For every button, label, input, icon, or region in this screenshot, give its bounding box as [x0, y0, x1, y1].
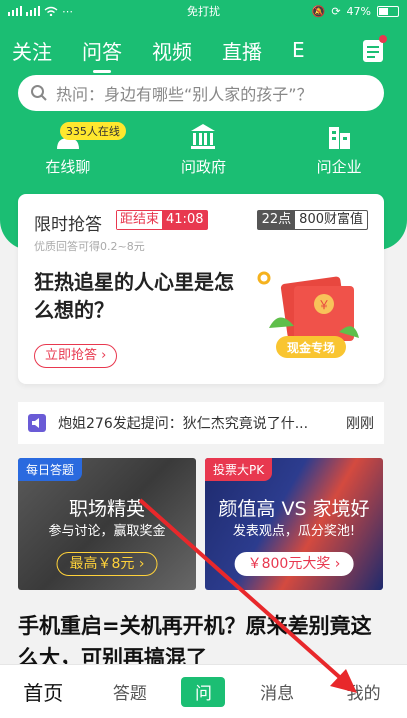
tile-tag: 投票大PK [205, 458, 273, 481]
tab-live[interactable]: 直播 [222, 36, 262, 65]
card-question[interactable]: 狂热追星的人心里是怎么想的？ [34, 268, 234, 324]
document-icon[interactable] [361, 34, 387, 64]
tile-tag: 每日答题 [18, 458, 83, 481]
tile-reward-button[interactable]: 最高￥8元 › [56, 552, 158, 576]
red-packet-icon: ￥ 现金专场 [257, 271, 359, 358]
tile-title: 颜值高 VS 家境好 [218, 498, 370, 520]
wealth-value: 800财富值 [299, 212, 363, 227]
quick-actions: 335人在线 在线聊 问政府 问企业 [0, 122, 407, 182]
packet-symbol: ￥ [318, 298, 330, 312]
status-bar: ⋯ 免打扰 🔕 ⟳ 47% [0, 0, 407, 22]
quick-ask-enterprise[interactable]: 问企业 [279, 122, 399, 182]
bottom-nav-messages[interactable]: 消息 [242, 679, 312, 704]
battery-icon [377, 5, 399, 17]
flash-answer-card[interactable]: 限时抢答 距结束 41:08 22点 800财富值 优质回答可得0.2~8元 狂… [18, 194, 384, 384]
search-placeholder: 热问：身边有哪些“别人家的孩子”？ [56, 85, 313, 104]
tile-title: 职场精英 [68, 498, 145, 520]
bottom-nav-quiz[interactable]: 答题 [95, 679, 165, 704]
tab-more[interactable]: E [292, 38, 305, 62]
government-icon [190, 122, 216, 150]
speaker-icon [28, 414, 46, 432]
tab-video[interactable]: 视频 [152, 36, 192, 65]
quick-online-chat[interactable]: 335人在线 在线聊 [8, 122, 128, 182]
bottom-nav-me[interactable]: 我的 [329, 679, 399, 704]
search-icon [31, 85, 47, 101]
daily-quiz-tile[interactable]: 每日答题 职场精英 参与讨论，赢取奖金 最高￥8元 › [18, 458, 196, 590]
online-count-badge: 335人在线 [59, 122, 126, 140]
bottom-nav-home[interactable]: 首页 [8, 677, 78, 706]
tile-desc: 发表观点，瓜分奖池! [232, 524, 356, 539]
tile-desc: 参与讨论，赢取奖金 [48, 524, 166, 539]
bottom-nav: 首页 答题 问 消息 我的 [0, 664, 407, 718]
search-bar[interactable]: 热问：身边有哪些“别人家的孩子”？ [18, 75, 384, 111]
wealth-badge: 22点 800财富值 [256, 210, 368, 230]
countdown-badge: 距结束 41:08 [116, 210, 209, 230]
countdown-time: 41:08 [162, 211, 208, 229]
tile-reward-button[interactable]: ￥800元大奖 › [234, 552, 354, 576]
dnd-mode: 免打扰 [187, 5, 220, 18]
ticker-text: 炮姐276发起提问：狄仁杰究竟说了什... [58, 416, 309, 432]
vote-pk-tile[interactable]: 投票大PK 颜值高 VS 家境好 发表观点，瓜分奖池! ￥800元大奖 › [205, 458, 383, 590]
grab-answer-button[interactable]: 立即抢答 › [34, 344, 118, 368]
quick-label-government: 问政府 [180, 158, 226, 176]
bottom-nav-ask-button[interactable]: 问 [181, 676, 226, 707]
wealth-time: 22点 [257, 211, 296, 229]
question-ticker[interactable]: 炮姐276发起提问：狄仁杰究竟说了什... 刚刚 [18, 402, 384, 444]
tab-qa[interactable]: 问答 [82, 36, 122, 65]
quick-label-chat: 在线聊 [45, 158, 91, 176]
ticker-time: 刚刚 [346, 416, 374, 432]
card-subtitle: 优质回答可得0.2~8元 [34, 240, 145, 253]
countdown-label: 距结束 [117, 211, 163, 229]
top-nav: 关注 问答 视频 直播 E [0, 30, 407, 70]
quick-ask-government[interactable]: 问政府 [143, 122, 263, 182]
card-title: 限时抢答 [34, 215, 102, 235]
quick-label-enterprise: 问企业 [316, 158, 362, 176]
tab-follow[interactable]: 关注 [12, 36, 52, 65]
enterprise-icon [326, 122, 352, 150]
packet-label: 现金专场 [287, 340, 335, 355]
